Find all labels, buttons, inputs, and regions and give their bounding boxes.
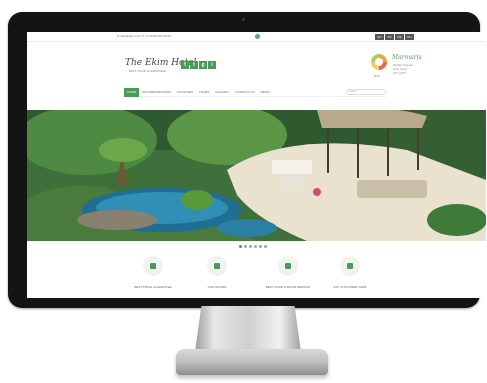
nav-item-facilities[interactable]: FACILITIES bbox=[174, 88, 196, 97]
weather-line: 28°C | 82°F bbox=[393, 72, 406, 75]
instagram-icon[interactable]: i bbox=[208, 61, 216, 69]
feature-label: 24/7 CUSTOMER CARE bbox=[333, 285, 367, 289]
nav-item-gallery[interactable]: GALLERY bbox=[212, 88, 232, 97]
nav-item-accommodations[interactable]: ACCOMMODATIONS bbox=[139, 88, 174, 97]
google-plus-icon[interactable]: g bbox=[199, 61, 207, 69]
customer-care-icon bbox=[340, 256, 360, 276]
contact-info[interactable]: ✉ info@ekim.com ✆ +1 (000) 000 00 00 bbox=[117, 34, 171, 38]
top-contact-bar: ✉ info@ekim.com ✆ +1 (000) 000 00 00 EN … bbox=[27, 32, 486, 42]
slider-dots bbox=[239, 245, 267, 248]
logo-tagline: BEST PRICE GUARANTEED bbox=[129, 70, 167, 73]
feature-service[interactable]: BEST FOOD & ROOM SERVICE bbox=[253, 256, 323, 289]
nav-item-news[interactable]: NEWS bbox=[257, 88, 272, 97]
bed-icon bbox=[207, 256, 227, 276]
weather-info: Weather Forecast Partly Sunny 28°C | 82°… bbox=[393, 64, 413, 76]
weather-city: Marmaris bbox=[392, 54, 422, 61]
language-option[interactable]: TR bbox=[385, 34, 394, 40]
camera-dot bbox=[242, 18, 245, 21]
feature-label: OUR ROOMS bbox=[207, 285, 227, 289]
slider-dot[interactable] bbox=[264, 245, 267, 248]
social-links: f t g i bbox=[181, 61, 216, 69]
nav-item-contact[interactable]: CONTACT US bbox=[232, 88, 257, 97]
facebook-icon[interactable]: f bbox=[181, 61, 189, 69]
pool-garden-photo bbox=[27, 110, 486, 241]
slider-dot[interactable] bbox=[249, 245, 252, 248]
service-icon bbox=[278, 256, 298, 276]
main-navigation: HOME ACCOMMODATIONS FACILITIES TOURS GAL… bbox=[124, 87, 386, 97]
search-input[interactable]: Search bbox=[346, 89, 386, 95]
language-selector: EN TR DE RU bbox=[375, 34, 414, 40]
nav-item-tours[interactable]: TOURS bbox=[196, 88, 212, 97]
twitter-icon[interactable]: t bbox=[190, 61, 198, 69]
website-screen: ✉ info@ekim.com ✆ +1 (000) 000 00 00 EN … bbox=[27, 32, 486, 298]
language-option[interactable]: EN bbox=[375, 34, 384, 40]
language-option[interactable]: RU bbox=[405, 34, 414, 40]
feature-label: BEST FOOD & ROOM SERVICE bbox=[265, 285, 311, 289]
rating-badge-icon bbox=[371, 54, 387, 70]
slider-dot[interactable] bbox=[254, 245, 257, 248]
slider-dot[interactable] bbox=[244, 245, 247, 248]
monitor-neck bbox=[195, 306, 301, 352]
language-option[interactable]: DE bbox=[395, 34, 404, 40]
feature-rooms[interactable]: OUR ROOMS bbox=[182, 256, 252, 289]
rating-value: 9/10 bbox=[374, 74, 380, 78]
money-icon bbox=[143, 256, 163, 276]
slider-dot[interactable] bbox=[259, 245, 262, 248]
feature-care[interactable]: 24/7 CUSTOMER CARE bbox=[315, 256, 385, 289]
nav-item-home[interactable]: HOME bbox=[124, 87, 139, 97]
slider-dot[interactable] bbox=[239, 245, 242, 248]
monitor-stand-base bbox=[176, 349, 328, 375]
feature-price[interactable]: BEST PRICE GUARANTEE bbox=[118, 256, 188, 289]
whatsapp-icon[interactable] bbox=[255, 34, 260, 39]
feature-label: BEST PRICE GUARANTEE bbox=[134, 285, 172, 289]
hero-slider-image[interactable] bbox=[27, 110, 486, 241]
